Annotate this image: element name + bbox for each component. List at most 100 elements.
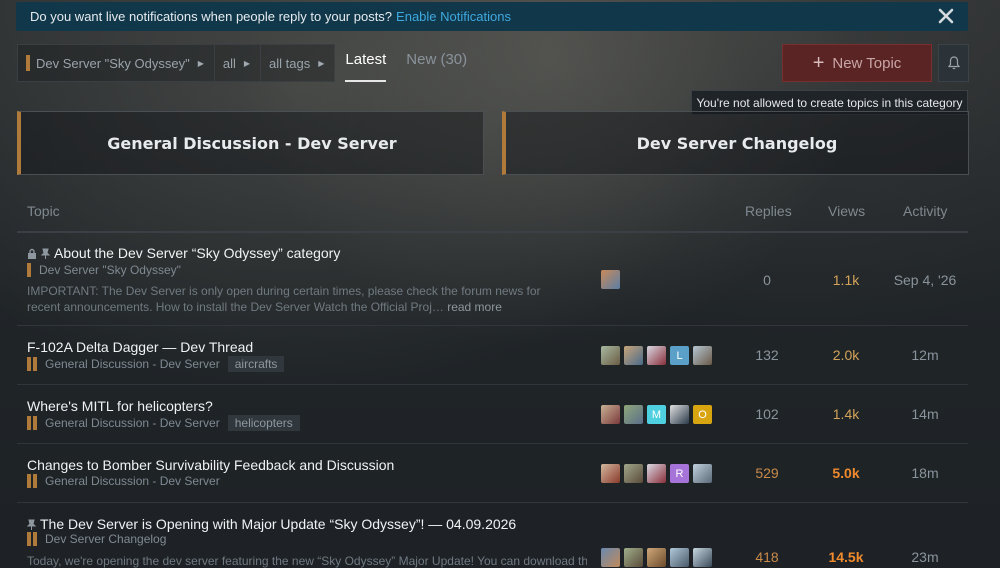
topic-category-label: Dev Server Changelog [45,532,167,546]
topic-title-link[interactable]: Where's MITL for helicopters? [27,398,213,414]
avatar[interactable] [601,548,620,567]
poster-avatars: L [601,346,716,365]
replies-count: 0 [763,272,771,288]
category-color-bar [27,532,39,546]
views-count: 5.0k [832,465,860,481]
topic-title: Changes to Bomber Survivability Feedback… [27,457,395,473]
topic-category-link[interactable]: General Discussion - Dev Server aircraft… [27,356,285,372]
header-views[interactable]: Views [828,203,865,219]
activity-time[interactable]: 12m [887,347,963,363]
replies-count: 132 [755,347,779,363]
caret-right-icon: ▶ [318,58,325,68]
tab-new[interactable]: New (30) [406,44,467,82]
topic-title: About the Dev Server “Sky Odyssey” categ… [54,245,341,261]
caret-right-icon: ▶ [197,58,204,68]
notification-banner: Do you want live notifications when peop… [16,2,968,31]
category-box-general-discussion[interactable]: General Discussion - Dev Server [17,111,484,175]
replies-count: 529 [755,465,779,481]
topic-list-header: Topic Replies Views Activity [17,195,968,233]
avatar[interactable] [670,405,689,424]
breadcrumb: Dev Server "Sky Odyssey" ▶ all ▶ all tag… [17,44,336,82]
plus-icon: + [812,51,825,74]
topic-tag[interactable]: helicopters [227,415,300,431]
views-count: 1.1k [832,272,860,288]
table-row[interactable]: The Dev Server is Opening with Major Upd… [17,503,968,568]
avatar[interactable] [647,548,666,567]
topic-category-label: Dev Server "Sky Odyssey" [39,263,181,277]
activity-time[interactable]: 18m [887,465,963,481]
avatar[interactable] [601,270,620,289]
activity-time[interactable]: 14m [887,406,963,422]
replies-count: 418 [755,549,779,565]
poster-avatars: R [601,464,716,483]
category-dropdown[interactable]: Dev Server "Sky Odyssey" ▶ [18,45,215,81]
topic-category-link[interactable]: Dev Server Changelog [27,532,166,546]
avatar-letter[interactable]: M [647,405,666,424]
avatar-letter[interactable]: O [693,405,712,424]
avatar[interactable] [693,548,712,567]
topic-title: The Dev Server is Opening with Major Upd… [40,516,517,532]
read-more-link[interactable]: read more [447,300,502,314]
avatar-letter[interactable]: L [670,346,689,365]
navigation-bar: Dev Server "Sky Odyssey" ▶ all ▶ all tag… [17,44,467,82]
category-box-changelog[interactable]: Dev Server Changelog [502,111,969,175]
lock-icon [27,248,37,259]
header-replies[interactable]: Replies [745,203,792,219]
topic-category-label: General Discussion - Dev Server [45,357,220,371]
topic-title-link[interactable]: About the Dev Server “Sky Odyssey” categ… [27,245,340,261]
topic-excerpt: Today, we're opening the dev server feat… [27,553,587,568]
topic-title-link[interactable]: F-102A Delta Dagger — Dev Thread [27,339,253,355]
table-row[interactable]: Changes to Bomber Survivability Feedback… [17,444,968,503]
topic-tag[interactable]: aircrafts [227,356,285,372]
views-count: 2.0k [832,347,860,363]
pin-icon [27,519,36,530]
tags-dropdown-label: all tags [269,55,311,71]
avatar[interactable] [670,548,689,567]
subcategory-dropdown[interactable]: all ▶ [214,45,262,81]
subcategory-dropdown-label: all [222,55,236,71]
topic-category-label: General Discussion - Dev Server [45,474,220,488]
avatar-letter[interactable]: R [670,464,689,483]
views-count: 14.5k [828,549,864,565]
poster-avatars: M O [601,405,716,424]
avatar[interactable] [693,464,712,483]
tags-dropdown[interactable]: all tags ▶ [261,45,335,81]
new-topic-button[interactable]: + New Topic [782,44,932,82]
avatar[interactable] [601,405,620,424]
header-activity[interactable]: Activity [903,203,947,219]
avatar[interactable] [601,464,620,483]
header-topic[interactable]: Topic [27,203,60,219]
topic-title-link[interactable]: Changes to Bomber Survivability Feedback… [27,457,394,473]
table-row[interactable]: Where's MITL for helicopters? General Di… [17,385,968,444]
topic-excerpt: IMPORTANT: The Dev Server is only open d… [27,283,572,315]
avatar[interactable] [624,405,643,424]
close-icon[interactable] [938,8,954,24]
topic-title: Where's MITL for helicopters? [27,398,213,414]
enable-notifications-link[interactable]: Enable Notifications [396,9,511,24]
table-row[interactable]: F-102A Delta Dagger — Dev Thread General… [17,326,968,385]
category-color-bar [27,357,39,371]
views-count: 1.4k [832,406,860,422]
topic-category-link[interactable]: General Discussion - Dev Server [27,474,220,488]
activity-time[interactable]: Sep 4, '26 [887,272,963,288]
avatar[interactable] [601,346,620,365]
banner-text: Do you want live notifications when peop… [30,9,393,24]
tab-latest[interactable]: Latest [345,44,387,82]
avatar[interactable] [624,548,643,567]
notifications-bell-button[interactable] [938,44,969,82]
activity-time[interactable]: 23m [887,549,963,565]
table-row[interactable]: About the Dev Server “Sky Odyssey” categ… [17,234,968,326]
avatar[interactable] [647,346,666,365]
avatar[interactable] [693,346,712,365]
pin-icon [41,248,50,259]
avatar[interactable] [624,464,643,483]
replies-count: 102 [755,406,779,422]
topic-category-link[interactable]: Dev Server "Sky Odyssey" [27,263,181,277]
category-dropdown-label: Dev Server "Sky Odyssey" [36,55,190,71]
avatar[interactable] [624,346,643,365]
bell-icon [947,56,960,70]
topic-title-link[interactable]: The Dev Server is Opening with Major Upd… [27,516,516,532]
avatar[interactable] [647,464,666,483]
topic-category-link[interactable]: General Discussion - Dev Server helicopt… [27,415,300,431]
poster-avatars [601,270,624,289]
